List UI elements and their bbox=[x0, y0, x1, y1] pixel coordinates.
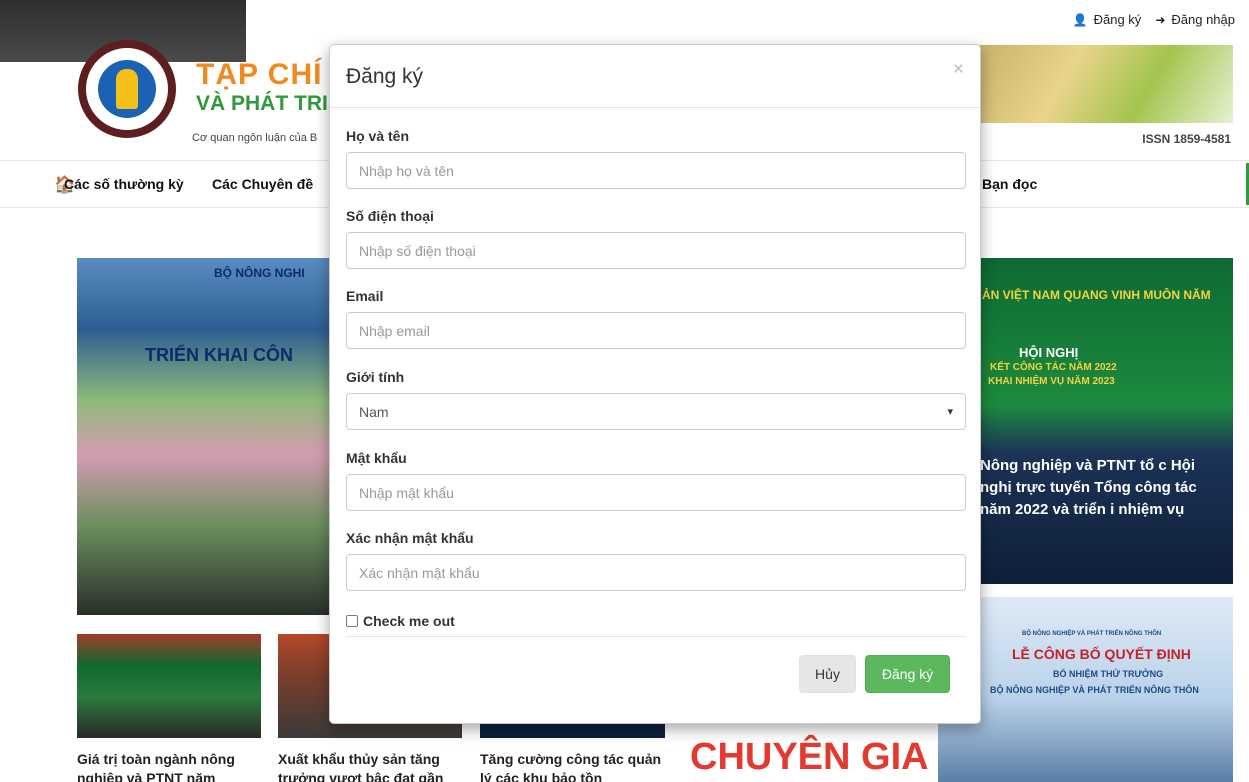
gender-label: Giới tính bbox=[346, 369, 405, 385]
phone-label: Số điện thoại bbox=[346, 208, 434, 224]
article-title-3[interactable]: Tăng cường công tác quản lý các khu bảo … bbox=[480, 750, 664, 782]
logo-emblem bbox=[98, 60, 156, 118]
side-ministry: BỘ NÔNG NGHIỆP VÀ PHÁT TRIỂN NÔNG THÔN bbox=[1022, 631, 1162, 637]
chevron-down-icon: ▾ bbox=[947, 406, 953, 418]
modal-divider bbox=[346, 636, 966, 637]
login-label: Đăng nhập bbox=[1171, 12, 1235, 27]
nav-item-regular-issues[interactable]: Các số thường kỳ bbox=[64, 176, 184, 192]
gender-value: Nam bbox=[359, 403, 389, 420]
confirm-password-input[interactable] bbox=[346, 554, 966, 591]
nav-item-readers[interactable]: Bạn đọc bbox=[982, 176, 1037, 192]
modal-header: Đăng ký × bbox=[330, 45, 980, 108]
register-link[interactable]: 👤 Đăng ký bbox=[1073, 12, 1142, 27]
side-title2: BỔ NHIỆM THỨ TRƯỞNG bbox=[1053, 669, 1164, 679]
hero-right-title[interactable]: Nông nghiệp và PTNT tổ c Hội nghị trực t… bbox=[980, 455, 1230, 521]
user-plus-icon: 👤 bbox=[1072, 12, 1088, 27]
topbar: 👤 Đăng ký ➜ Đăng nhập bbox=[1073, 12, 1235, 27]
name-label: Họ và tên bbox=[346, 128, 410, 144]
article-thumb-1[interactable] bbox=[77, 634, 261, 738]
phone-input[interactable] bbox=[346, 232, 966, 269]
header-banner-image bbox=[980, 45, 1233, 123]
nav-item-special-topics[interactable]: Các Chuyên đề bbox=[212, 176, 313, 192]
name-input[interactable] bbox=[346, 152, 966, 189]
hero-right-meeting2: KẾT CÔNG TÁC NĂM 2022 bbox=[990, 362, 1117, 373]
cancel-button[interactable]: Hủy bbox=[799, 655, 856, 693]
close-icon[interactable]: × bbox=[953, 59, 964, 81]
side-title3: BỘ NÔNG NGHIỆP VÀ PHÁT TRIỂN NÔNG THÔN bbox=[990, 685, 1199, 695]
email-input[interactable] bbox=[346, 312, 966, 349]
chuyen-gia-label: CHUYÊN GIA bbox=[690, 736, 929, 778]
register-label: Đăng ký bbox=[1093, 12, 1142, 27]
register-modal: Đăng ký × Họ và tên Số điện thoại Email … bbox=[329, 44, 981, 724]
article-title-1[interactable]: Giá trị toàn ngành nông nghiệp và PTNT n… bbox=[77, 750, 261, 782]
submit-register-button[interactable]: Đăng ký bbox=[865, 655, 950, 693]
article-title-2[interactable]: Xuất khẩu thủy sản tăng trưởng vượt bậc … bbox=[278, 750, 462, 782]
email-label: Email bbox=[346, 288, 384, 304]
modal-title: Đăng ký bbox=[346, 65, 424, 88]
gender-select[interactable]: Nam ▾ bbox=[346, 393, 966, 430]
site-subtitle: Cơ quan ngôn luận của B bbox=[192, 132, 318, 144]
confirm-password-label: Xác nhận mật khẩu bbox=[346, 530, 474, 546]
hero-right-banner: ẢN VIỆT NAM QUANG VINH MUÔN NĂM bbox=[982, 288, 1211, 302]
check-me-out-label: Check me out bbox=[363, 613, 455, 629]
hero-right-meeting1: HỘI NGHỊ bbox=[1019, 345, 1079, 360]
site-title-line2: VÀ PHÁT TRI bbox=[196, 92, 328, 115]
check-me-out-checkbox[interactable] bbox=[346, 615, 358, 627]
login-link[interactable]: ➜ Đăng nhập bbox=[1155, 12, 1235, 27]
check-row[interactable]: Check me out bbox=[346, 613, 455, 629]
issn-label: ISSN 1859-4581 bbox=[1142, 132, 1231, 146]
hero-right-meeting3: KHAI NHIỆM VỤ NĂM 2023 bbox=[988, 376, 1115, 387]
sign-in-icon: ➜ bbox=[1155, 12, 1166, 27]
site-title-line1: TẠP CHÍ bbox=[196, 58, 323, 91]
hero-right-image[interactable] bbox=[980, 258, 1233, 584]
hero-left-image[interactable] bbox=[77, 258, 332, 615]
password-label: Mật khẩu bbox=[346, 450, 407, 466]
hero-left-heading: TRIỂN KHAI CÔN bbox=[145, 345, 293, 365]
side-title1: LỄ CÔNG BỐ QUYẾT ĐỊNH bbox=[1012, 646, 1191, 662]
wheat-icon bbox=[116, 69, 138, 109]
password-input[interactable] bbox=[346, 474, 966, 511]
hero-left-caption: BỘ NÔNG NGHI bbox=[214, 266, 305, 280]
site-logo[interactable] bbox=[78, 40, 176, 138]
